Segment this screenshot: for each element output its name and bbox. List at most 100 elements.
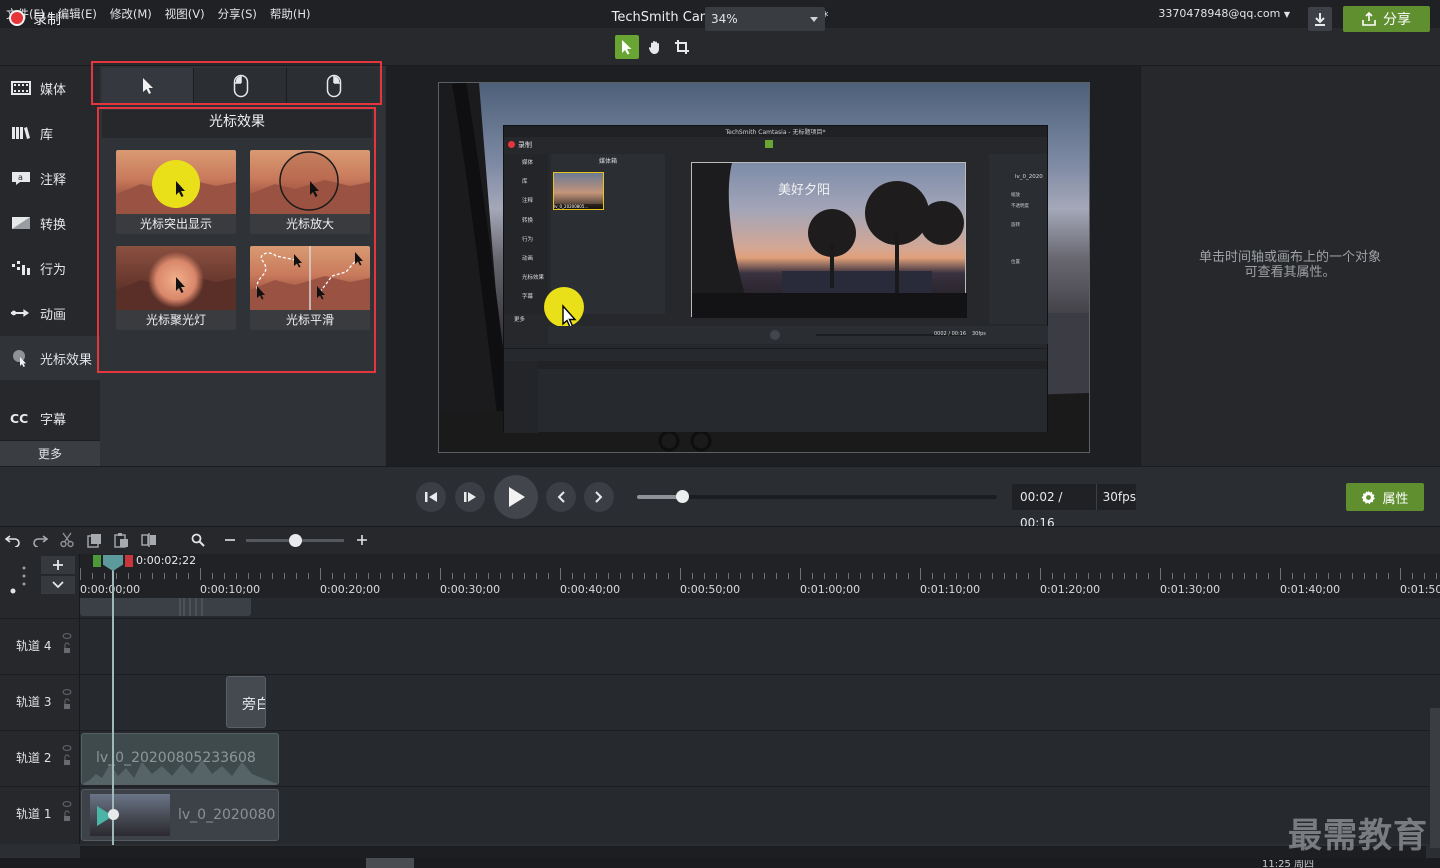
clip-audio[interactable]: lv_0_20200805233608: [81, 733, 279, 785]
sidebar-item-media[interactable]: 媒体: [0, 66, 100, 110]
menu-edit[interactable]: 编辑(E): [58, 6, 97, 22]
sidebar-item-annotations[interactable]: a 注释: [0, 156, 100, 200]
ruler-tick: [848, 573, 849, 579]
clip-annotation-label: 旁白: [242, 697, 265, 713]
ruler-tick-label: 0:01:10;00: [920, 583, 981, 596]
step-forward-button[interactable]: [455, 482, 485, 512]
pan-tool-button[interactable]: [643, 35, 667, 59]
ruler-tick-label: 0:00:00;00: [80, 583, 141, 596]
effect-card-highlight[interactable]: 光标突出显示: [116, 150, 236, 234]
sidebar-item-cursor-effects[interactable]: 光标效果: [0, 336, 100, 380]
next-marker-button[interactable]: [584, 482, 614, 512]
effect-card-magnify[interactable]: 光标放大: [250, 150, 370, 234]
sidebar-item-captions[interactable]: CC 字幕: [0, 396, 100, 440]
share-button[interactable]: 分享: [1343, 6, 1430, 32]
ruler-tick: [116, 573, 117, 579]
ruler-tick: [200, 568, 201, 580]
record-button[interactable]: 录制: [33, 9, 61, 29]
annotation-icon: a: [10, 170, 31, 186]
ruler-tick: [608, 573, 609, 579]
paste-button[interactable]: [112, 531, 130, 549]
track-visibility-lock-icons[interactable]: [62, 688, 72, 712]
track-visibility-lock-icons[interactable]: [62, 632, 72, 656]
clip-track5[interactable]: [80, 598, 251, 616]
step-back-button[interactable]: [416, 482, 446, 512]
zoom-in-button[interactable]: [353, 531, 371, 549]
effect-label: 光标放大: [250, 214, 370, 234]
cut-button[interactable]: [58, 531, 76, 549]
in-point-marker[interactable]: [93, 555, 101, 567]
clip-annotation[interactable]: 旁白: [226, 676, 266, 728]
timeline-hscrollbar[interactable]: [80, 846, 1426, 858]
menu-help[interactable]: 帮助(H): [270, 6, 311, 22]
ruler-tick: [1424, 573, 1425, 579]
scrubber-handle[interactable]: [676, 490, 689, 503]
inner-timecode: 0002 / 00:16: [934, 331, 966, 337]
sidebar-item-animations[interactable]: 动画: [0, 291, 100, 335]
select-tool-button[interactable]: [615, 35, 639, 59]
ruler-tick: [1064, 573, 1065, 579]
tab-cursor[interactable]: [102, 68, 194, 104]
ruler-tick: [236, 573, 237, 579]
record-icon[interactable]: [9, 10, 25, 26]
ruler-tick: [308, 573, 309, 579]
ruler-tick: [104, 573, 105, 579]
sidebar-item-library[interactable]: 库: [0, 111, 100, 155]
split-button[interactable]: [140, 531, 158, 549]
svg-text:a: a: [18, 173, 23, 182]
timeline-zoom-handle[interactable]: [289, 534, 302, 547]
tab-left-click[interactable]: [195, 68, 287, 104]
track-visibility-lock-icons[interactable]: [62, 744, 72, 768]
sidebar-item-transitions[interactable]: 转换: [0, 201, 100, 245]
account-menu[interactable]: 3370478948@qq.com ▼: [1158, 7, 1290, 20]
status-scroll-thumb[interactable]: [366, 858, 414, 868]
tab-right-click[interactable]: [288, 68, 380, 104]
copy-icon: [86, 533, 101, 548]
sidebar-label: 动画: [40, 307, 67, 323]
playhead-line[interactable]: [112, 557, 114, 845]
inner-props-rows: 缩放 不透明度 旋转 位置: [989, 180, 1047, 268]
track-label-4: 轨道 4: [16, 639, 52, 653]
menu-modify[interactable]: 修改(M): [110, 6, 152, 22]
ruler-tick: [320, 568, 321, 580]
copy-button[interactable]: [85, 531, 103, 549]
playhead-bottom-handle[interactable]: [108, 809, 119, 820]
crop-tool-button[interactable]: [670, 35, 694, 59]
svg-text:CC: CC: [10, 411, 28, 425]
zoom-dropdown[interactable]: 34%: [705, 7, 825, 31]
cc-icon: CC: [10, 410, 31, 426]
track-visibility-lock-icons[interactable]: [62, 800, 72, 824]
effect-card-smoothing[interactable]: 光标平滑: [250, 246, 370, 330]
arrow-cursor-icon: [622, 40, 632, 55]
previous-marker-button[interactable]: [546, 482, 576, 512]
collapse-tracks-button[interactable]: [41, 576, 75, 594]
canvas-preview[interactable]: TechSmith Camtasia - 无标题项目* 录制 媒体 库 注释 转…: [438, 82, 1090, 453]
track-divider: [0, 618, 1440, 619]
menu-view[interactable]: 视图(V): [165, 6, 205, 22]
download-button[interactable]: [1308, 7, 1332, 31]
inner-sidebar-item: 动画: [522, 256, 534, 263]
redo-button[interactable]: [31, 531, 49, 549]
more-button[interactable]: 更多: [0, 440, 100, 466]
redo-icon: [33, 535, 48, 547]
out-point-marker[interactable]: [125, 555, 133, 567]
zoom-out-button[interactable]: [221, 531, 239, 549]
timeline-tracks[interactable]: [80, 598, 1440, 844]
inner-title: TechSmith Camtasia - 无标题项目*: [725, 129, 826, 136]
ruler-tick: [800, 568, 801, 580]
sidebar-item-behaviors[interactable]: 行为: [0, 246, 100, 290]
timeline-vscrollbar[interactable]: [1430, 708, 1440, 848]
menu-share[interactable]: 分享(S): [218, 6, 257, 22]
magnetic-track-toggle[interactable]: [6, 560, 36, 594]
zoom-search-button[interactable]: [189, 531, 207, 549]
effect-card-spotlight[interactable]: 光标聚光灯: [116, 246, 236, 330]
undo-button[interactable]: [4, 531, 22, 549]
scrubber-track[interactable]: [637, 495, 997, 499]
play-button[interactable]: [494, 475, 538, 519]
add-track-button[interactable]: [41, 556, 75, 574]
timecode-display: 00:02 / 00:16 30fps: [1012, 484, 1136, 530]
properties-button[interactable]: 属性: [1346, 483, 1424, 511]
animation-icon: [10, 305, 31, 321]
ruler-tick: [128, 573, 129, 579]
ruler-tick: [176, 573, 177, 579]
